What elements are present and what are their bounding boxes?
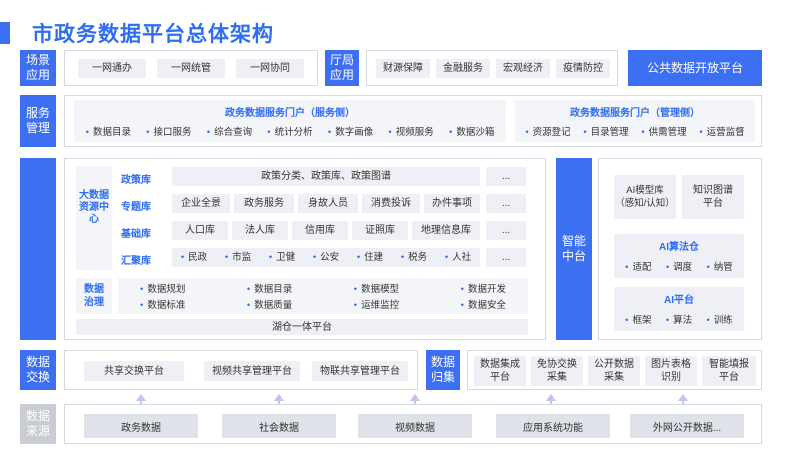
lib-name-base: 基础库: [121, 229, 151, 240]
source-chip: 视频数据: [358, 414, 472, 438]
service-item: 数据目录: [86, 124, 131, 138]
ai-item: 算法: [666, 312, 692, 326]
gather-item: 民政: [181, 251, 207, 264]
row-label-dept: 厅局 应用: [325, 50, 359, 86]
lib-chip: 身故人员: [298, 194, 358, 213]
governance-row2: 数据标准 数据质量 运维监控 数据安全: [124, 297, 522, 311]
source-chip: 政务数据: [84, 414, 198, 438]
portal-manage-title: 政务数据服务门户（管理侧）: [570, 108, 700, 119]
datacenter-label: 大数据资源中心: [79, 190, 109, 225]
gather-item: 人社: [445, 251, 471, 264]
ai-platform-title: AI平台: [664, 295, 694, 306]
governance-item: 数据质量: [247, 297, 292, 311]
portal-service-items: 数据目录 接口服务 综合查询 统计分析 数字画像 视频服务 数据沙箱: [78, 124, 502, 138]
row-label-exchange: 数据 交换: [20, 350, 56, 390]
row-label-collect: 数据 归集: [426, 350, 460, 390]
scene-chip: 一网协同: [236, 59, 304, 78]
dept-chip: 宏观经济: [496, 59, 550, 78]
lib-chip: 人口库: [172, 221, 228, 240]
collect-chip: 图片表格 识别: [645, 356, 697, 386]
lib-chip: 办件事项: [424, 194, 480, 213]
governance-label: 数据 治理: [84, 284, 104, 308]
exchange-chip: 物联共享管理平台: [312, 361, 408, 381]
governance-item: 运维监控: [354, 297, 399, 311]
service-item: 数字画像: [328, 124, 373, 138]
governance-item: 数据安全: [461, 297, 506, 311]
collect-chip: 公开数据 采集: [588, 356, 640, 386]
gather-item: 公安: [313, 251, 339, 264]
source-chip: 社会数据: [222, 414, 336, 438]
service-item: 统计分析: [267, 124, 313, 138]
gather-item: 卫健: [269, 251, 295, 264]
source-chip: 外网公开数据...: [630, 414, 744, 438]
lakehouse-platform: 湖仓一体平台: [76, 319, 528, 335]
manage-item: 目录管理: [583, 124, 629, 138]
manage-item: 运营监督: [699, 124, 745, 138]
gather-items: 民政 市监 卫健 公安 住建 税务 人社: [172, 248, 480, 267]
service-item: 综合查询: [207, 124, 252, 138]
lib-name-topic: 专题库: [121, 202, 151, 213]
gather-item: 税务: [401, 251, 427, 264]
lib-more: ...: [486, 167, 526, 186]
governance-row1: 数据规划 数据目录 数据模型 数据开发: [124, 281, 522, 295]
ai-algo-title: AI算法仓: [659, 242, 699, 253]
source-chip: 应用系统功能: [496, 414, 610, 438]
dept-chip: 疫情防控: [556, 59, 610, 78]
service-item: 视频服务: [388, 124, 434, 138]
algo-item: 调度: [666, 259, 692, 273]
service-item: 接口服务: [146, 124, 192, 138]
title-accent-bar: [0, 22, 10, 44]
knowledge-graph: 知识图谱 平台: [682, 175, 744, 219]
lib-chip: 政务服务: [234, 194, 294, 213]
governance-item: 数据规划: [140, 281, 185, 295]
governance-item: 数据标准: [140, 297, 185, 311]
exchange-chip: 共享交换平台: [84, 361, 184, 381]
gather-item: 住建: [357, 251, 383, 264]
collect-chip: 免协交换 采集: [531, 356, 583, 386]
gather-item: 市监: [225, 251, 251, 264]
lib-chip: 法人库: [232, 221, 288, 240]
collect-chip: 智能填报 平台: [702, 356, 756, 386]
dept-chip: 金融服务: [436, 59, 490, 78]
row-label-scene: 场景 应用: [20, 50, 56, 86]
row-label-source: 数据 来源: [20, 404, 56, 444]
ai-algo-items: 适配 调度 纳管: [618, 259, 740, 273]
manage-item: 资源登记: [525, 124, 571, 138]
row-label-smart: 智能 中台: [556, 158, 592, 340]
ai-item: 框架: [625, 312, 651, 326]
lib-chip: 政策分类、政策库、政策图谱: [172, 167, 480, 186]
algo-item: 纳管: [706, 259, 733, 273]
ai-item: 训练: [706, 312, 733, 326]
lib-chip: 地理信息库: [412, 221, 480, 240]
lib-more: ...: [486, 248, 526, 267]
portal-service-title: 政务数据服务门户（服务侧）: [225, 108, 355, 119]
ai-model-lib: AI模型库 （感知/认知）: [614, 175, 676, 219]
row-label-datacenter-bar: [20, 158, 56, 340]
lib-chip: 证照库: [352, 221, 408, 240]
dept-chip: 财源保障: [376, 59, 430, 78]
governance-item: 数据目录: [247, 281, 292, 295]
lib-chip: 消费投诉: [362, 194, 420, 213]
portal-manage-items: 资源登记 目录管理 供需管理 运营监督: [519, 124, 751, 138]
page-title: 市政务数据平台总体架构: [32, 23, 274, 46]
manage-item: 供需管理: [641, 124, 687, 138]
lib-name-policy: 政策库: [121, 175, 151, 186]
lib-more: ...: [486, 194, 526, 213]
lib-more: ...: [486, 221, 526, 240]
service-item: 数据沙箱: [449, 124, 494, 138]
collect-chip: 数据集成 平台: [474, 356, 526, 386]
row-label-service: 服务 管理: [20, 95, 56, 147]
lib-chip: 企业全景: [172, 194, 230, 213]
scene-chip: 一网通办: [78, 59, 146, 78]
exchange-chip: 视频共享管理平台: [204, 361, 300, 381]
ai-platform-items: 框架 算法 训练: [618, 312, 740, 326]
scene-chip: 一网统管: [157, 59, 225, 78]
governance-item: 数据模型: [354, 281, 399, 295]
open-data-platform: 公共数据开放平台: [628, 50, 762, 86]
lib-name-gather: 汇聚库: [121, 256, 151, 267]
governance-item: 数据开发: [461, 281, 506, 295]
algo-item: 适配: [625, 259, 651, 273]
lib-chip: 信用库: [292, 221, 348, 240]
